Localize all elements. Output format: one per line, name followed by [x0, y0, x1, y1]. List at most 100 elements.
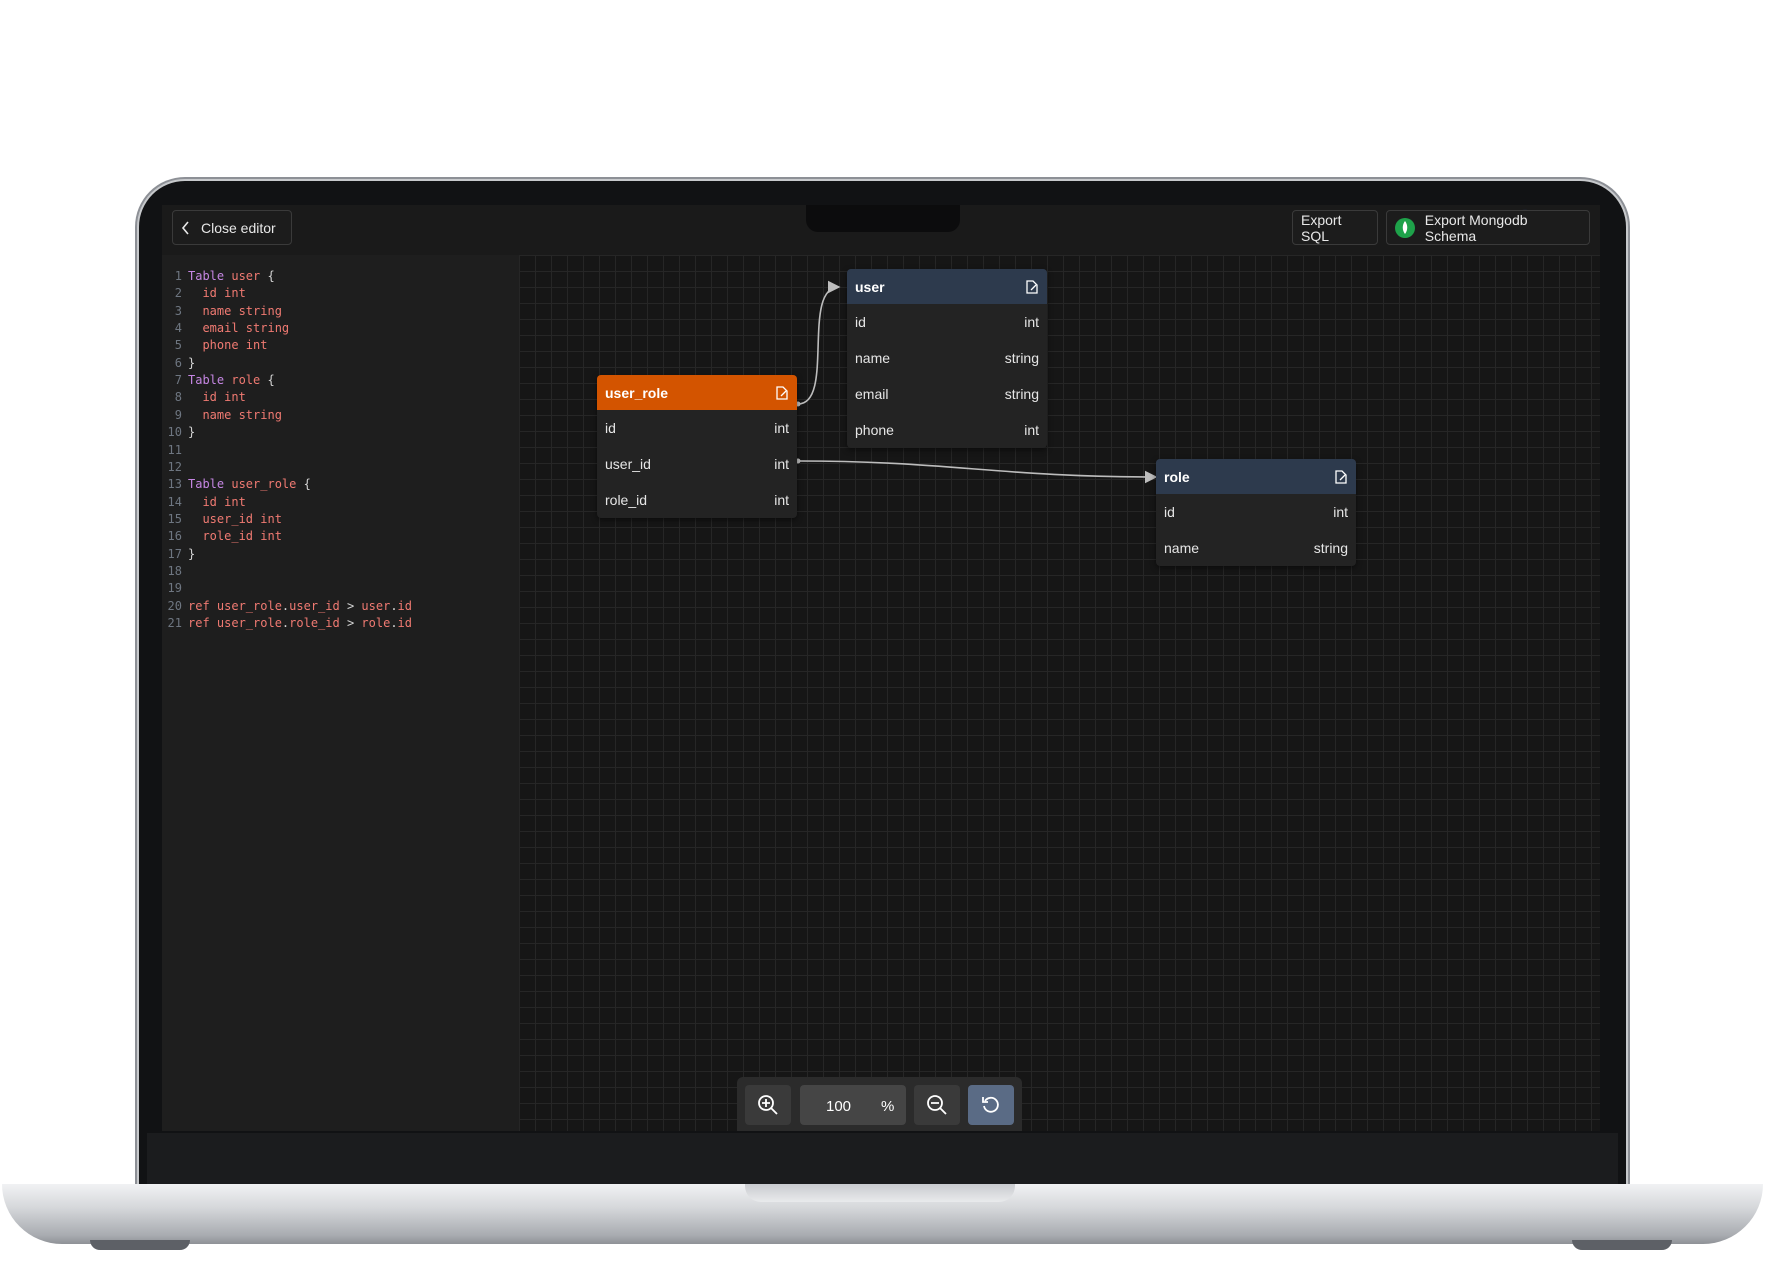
code-line: 5 phone int — [162, 336, 268, 354]
column-type: string — [1004, 350, 1039, 366]
column-name: phone — [855, 422, 894, 438]
table-header[interactable]: user_role — [597, 375, 797, 410]
code-line: 18 — [162, 562, 188, 580]
code-token: { — [296, 477, 311, 492]
code-line: 14 id int — [162, 493, 246, 511]
line-number: 7 — [174, 373, 182, 388]
code-token: role — [361, 616, 391, 630]
column-type: int — [1024, 422, 1039, 438]
column-type: int — [1024, 314, 1039, 330]
line-number: 1 — [174, 269, 182, 283]
line-number: 18 — [167, 563, 182, 578]
code-token: id — [397, 598, 412, 613]
code-token: role_id int — [188, 529, 282, 544]
table-column-row[interactable]: id int — [847, 304, 1047, 340]
code-line: 4 email string — [162, 319, 289, 337]
zoom-in-button[interactable] — [745, 1085, 791, 1125]
code-token: { — [260, 373, 275, 388]
code-token: { — [260, 269, 275, 283]
edit-note-icon[interactable] — [1025, 279, 1039, 294]
reset-zoom-button[interactable] — [968, 1085, 1014, 1125]
table-user-role[interactable]: user_role id int user_id int role_id int — [597, 375, 797, 518]
code-token: . — [390, 598, 398, 613]
table-name: role — [1164, 468, 1190, 485]
line-number: 5 — [174, 338, 182, 353]
code-token: role — [231, 373, 261, 388]
code-token: id int — [188, 286, 246, 301]
laptop-bezel — [147, 1133, 1618, 1187]
code-token: Table — [188, 477, 232, 492]
export-sql-button[interactable]: Export SQL — [1292, 210, 1378, 245]
zoom-value: 100 — [826, 1098, 852, 1115]
column-name: id — [605, 420, 616, 436]
table-column-row[interactable]: user_id int — [597, 446, 797, 482]
table-column-row[interactable]: id int — [597, 410, 797, 446]
code-token: > — [346, 598, 362, 613]
code-token: } — [188, 355, 196, 370]
table-column-row[interactable]: role_id int — [597, 482, 797, 518]
line-number: 4 — [174, 321, 182, 336]
zoom-out-button[interactable] — [914, 1085, 960, 1125]
code-line: 12 — [162, 458, 188, 476]
relation-user-role-to-role — [797, 460, 1158, 484]
code-line: 9 name string — [162, 406, 282, 424]
zoom-toolbar: 100 % — [737, 1077, 1022, 1131]
line-number: 11 — [167, 442, 182, 457]
code-line: 6} — [162, 354, 195, 372]
code-line: 17} — [162, 545, 196, 563]
code-token: } — [188, 425, 196, 440]
table-column-row[interactable]: name string — [1156, 530, 1356, 566]
edit-note-icon[interactable] — [1334, 469, 1348, 484]
table-columns: id int name string email string phone int — [847, 304, 1047, 448]
code-line: 16 role_id int — [162, 527, 282, 545]
code-token: ref user_role — [188, 598, 282, 613]
table-column-row[interactable]: name string — [847, 340, 1047, 376]
mongodb-leaf-icon — [1395, 217, 1415, 238]
table-column-row[interactable]: id int — [1156, 494, 1356, 530]
column-name: id — [855, 314, 866, 330]
code-line: 21 ref user_role.role_id > role.id — [162, 614, 412, 632]
code-token: Table — [188, 269, 232, 283]
top-bar: Close editor Nodra Export SQL Export Mon… — [162, 205, 1600, 255]
column-name: role_id — [605, 492, 648, 508]
line-number: 14 — [167, 494, 182, 509]
export-sql-label: Export SQL — [1301, 211, 1342, 244]
code-token: email string — [188, 321, 290, 336]
line-number: 3 — [174, 303, 182, 318]
code-line: 13 Table user_role { — [162, 475, 311, 493]
table-user[interactable]: user id int name string email string phone int — [847, 269, 1047, 448]
column-type: int — [774, 420, 789, 436]
table-column-row[interactable]: email string — [847, 376, 1047, 412]
code-line: 1 Table user { — [162, 267, 275, 285]
code-line: 19 — [162, 579, 188, 597]
table-column-row[interactable]: phone int — [847, 412, 1047, 448]
table-role[interactable]: role id int name string — [1156, 459, 1356, 566]
code-line: 2 id int — [162, 284, 246, 302]
code-token: > — [346, 616, 362, 630]
line-number: 13 — [167, 477, 182, 492]
zoom-level[interactable]: 100 % — [800, 1085, 906, 1125]
export-mongodb-label: Export Mongodb Schema — [1424, 211, 1528, 244]
code-editor[interactable]: 1 Table user {2 id int 3 name string 4 emai… — [162, 255, 519, 1131]
line-number: 2 — [174, 286, 182, 301]
code-token: user — [361, 598, 391, 613]
zoom-out-icon — [927, 1095, 947, 1115]
reset-icon — [982, 1096, 999, 1113]
column-name: email — [855, 386, 889, 402]
edit-note-icon[interactable] — [775, 385, 789, 400]
code-token: role_id — [289, 616, 347, 630]
column-type: int — [774, 492, 789, 508]
laptop-foot — [90, 1240, 190, 1250]
column-name: name — [855, 350, 891, 366]
line-number: 6 — [174, 355, 182, 370]
export-mongodb-button[interactable]: Export Mongodb Schema — [1386, 210, 1590, 245]
table-header[interactable]: user — [847, 269, 1047, 304]
diagram-canvas[interactable]: user id int name string email string phone int … — [519, 255, 1600, 1131]
table-header[interactable]: role — [1156, 459, 1356, 494]
line-number: 21 — [167, 616, 182, 630]
code-token: . — [390, 616, 398, 630]
code-token: id int — [188, 390, 246, 405]
code-line: 8 id int — [162, 388, 246, 406]
table-name: user — [855, 278, 885, 295]
column-name: name — [1164, 540, 1200, 556]
